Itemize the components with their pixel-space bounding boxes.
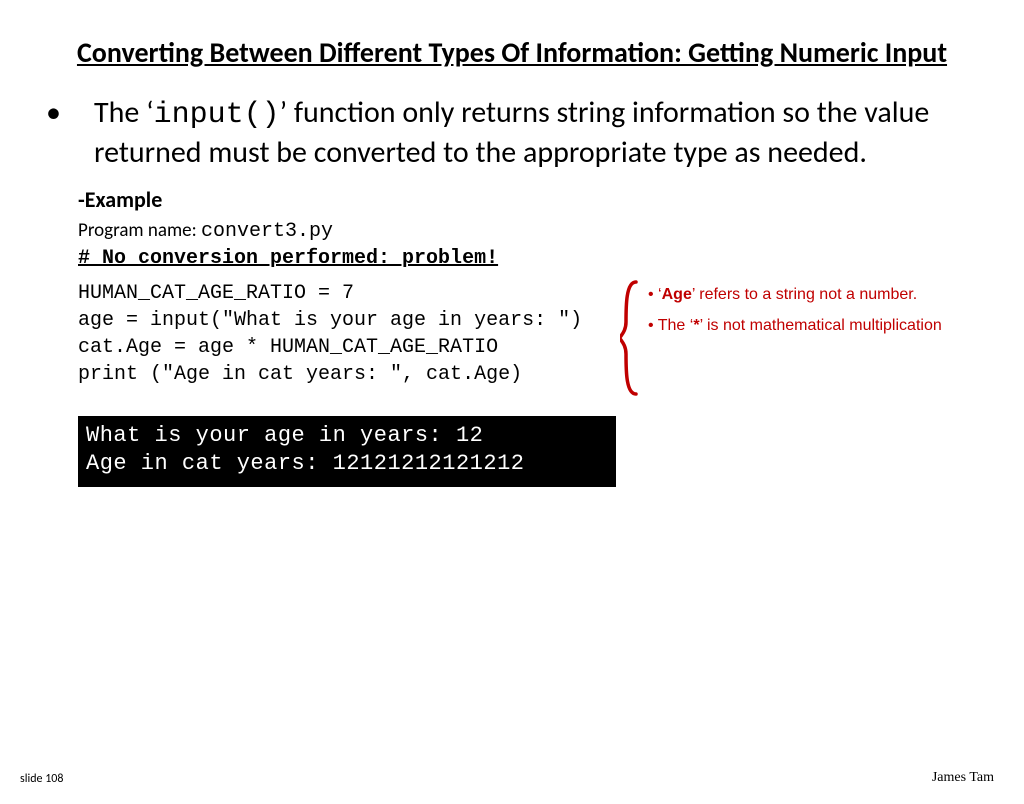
bullet-code: input() (154, 98, 280, 132)
code-column: HUMAN_CAT_AGE_RATIO = 7 age = input("Wha… (0, 278, 620, 388)
terminal-line-1: What is your age in years: 12 (86, 422, 606, 451)
main-bullet: •The ‘input()’ function only returns str… (70, 94, 974, 172)
code-comment: # No conversion performed: problem! (78, 247, 1024, 270)
note1-pre: • ‘ (648, 286, 662, 303)
code-and-notes-row: HUMAN_CAT_AGE_RATIO = 7 age = input("Wha… (0, 278, 1024, 398)
curly-brace-icon (620, 278, 640, 398)
side-notes: • ‘Age’ refers to a string not a number.… (648, 284, 942, 347)
code-body: HUMAN_CAT_AGE_RATIO = 7 age = input("Wha… (78, 280, 620, 388)
terminal-output: What is your age in years: 12 Age in cat… (78, 416, 616, 487)
slide-number: slide 108 (20, 772, 63, 786)
note2-post: ’ is not mathematical multiplication (700, 317, 942, 334)
bullet-dot: • (70, 94, 94, 132)
bullet-pre: The ‘ (94, 94, 154, 131)
note-2: • The ‘*’ is not mathematical multiplica… (648, 315, 942, 337)
slide: Converting Between Different Types Of In… (0, 36, 1024, 804)
example-label: -Example (78, 186, 1024, 213)
example-label-text: -Example (78, 186, 162, 213)
note2-pre: • The ‘ (648, 317, 693, 334)
program-filename: convert3.py (201, 220, 333, 243)
note1-post: ’ refers to a string not a number. (692, 286, 917, 303)
author-name: James Tam (932, 770, 994, 786)
notes-column: • ‘Age’ refers to a string not a number.… (640, 278, 1024, 347)
note1-bold: Age (662, 286, 692, 303)
slide-title: Converting Between Different Types Of In… (70, 36, 954, 70)
note-1: • ‘Age’ refers to a string not a number. (648, 284, 942, 306)
program-name-line: Program name: convert3.py (78, 219, 1024, 243)
program-label: Program name: (78, 219, 201, 242)
terminal-line-2: Age in cat years: 12121212121212 (86, 450, 606, 479)
